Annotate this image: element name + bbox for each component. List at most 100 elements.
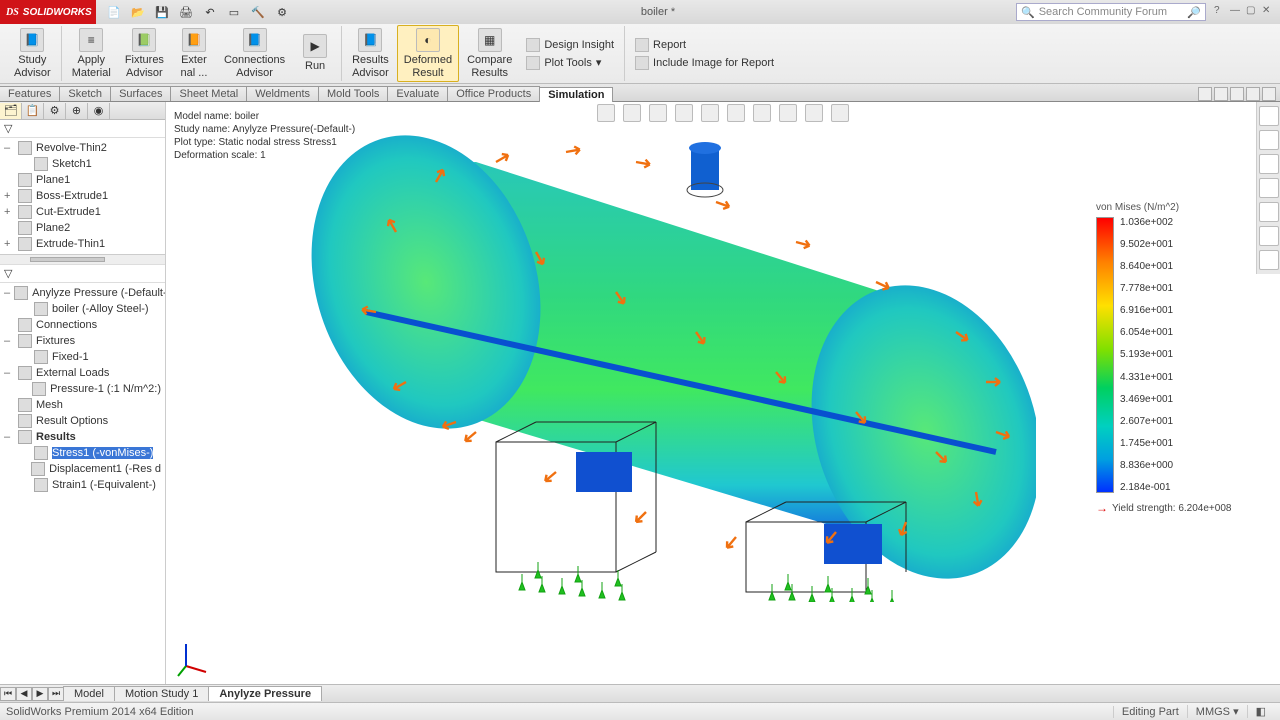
tree-node[interactable]: Result Options: [0, 413, 165, 429]
cmd-tab-mold-tools[interactable]: Mold Tools: [318, 86, 388, 101]
graphics-viewport[interactable]: Model name: boiler Study name: Anylyze P…: [166, 102, 1280, 684]
color-legend[interactable]: von Mises (N/m^2) 1.036e+0029.502e+0018.…: [1096, 202, 1256, 515]
view-tab-model[interactable]: Model: [63, 686, 115, 701]
options-icon[interactable]: ⚙: [274, 4, 290, 20]
tab-nav-last-icon[interactable]: ⏭: [48, 687, 64, 701]
window-minimize-icon[interactable]: [1230, 87, 1244, 101]
tree-node[interactable]: +Cut-Extrude1: [0, 204, 165, 220]
file-explorer-icon[interactable]: [1259, 154, 1279, 174]
design-insight-button[interactable]: Design Insight: [522, 37, 618, 53]
fm-tab-display-mgr[interactable]: ◉: [88, 103, 110, 119]
previous-view-icon[interactable]: [649, 104, 667, 122]
zoom-fit-icon[interactable]: [597, 104, 615, 122]
design-library-icon[interactable]: [1259, 130, 1279, 150]
custom-props-icon[interactable]: [1259, 226, 1279, 246]
results-advisor-button[interactable]: 📘Results Advisor: [346, 26, 395, 80]
task-pane-rail: [1256, 102, 1280, 274]
save-icon[interactable]: 💾: [154, 4, 170, 20]
apply-material-button[interactable]: ≡Apply Material: [66, 26, 117, 80]
report-button[interactable]: Report: [631, 37, 778, 53]
tree-node[interactable]: Plane2: [0, 220, 165, 236]
cmd-tab-evaluate[interactable]: Evaluate: [387, 86, 448, 101]
tree-node[interactable]: Plane1: [0, 172, 165, 188]
tree-node[interactable]: –External Loads: [0, 365, 165, 381]
resources-tab-icon[interactable]: [1259, 106, 1279, 126]
tab-nav-next-icon[interactable]: ▶: [32, 687, 48, 701]
cmd-tab-sheet-metal[interactable]: Sheet Metal: [170, 86, 247, 101]
tree-node[interactable]: Connections: [0, 317, 165, 333]
cmd-tab-surfaces[interactable]: Surfaces: [110, 86, 171, 101]
undo-icon[interactable]: ↶: [202, 4, 218, 20]
viewport-split-icon[interactable]: [1214, 87, 1228, 101]
view-palette-icon[interactable]: [1259, 178, 1279, 198]
run-button[interactable]: ▶Run: [293, 32, 337, 74]
cmd-tab-weldments[interactable]: Weldments: [246, 86, 319, 101]
cmd-tab-simulation[interactable]: Simulation: [539, 87, 613, 102]
tree-node[interactable]: Sketch1: [0, 156, 165, 172]
search-input[interactable]: 🔍 Search Community Forum 🔎: [1016, 3, 1206, 21]
tree-node[interactable]: Fixed-1: [0, 349, 165, 365]
tree-node[interactable]: +Extrude-Thin1: [0, 236, 165, 252]
tree-node[interactable]: boiler (-Alloy Steel-): [0, 301, 165, 317]
orientation-triad[interactable]: [174, 638, 214, 678]
window-close-icon[interactable]: [1262, 87, 1276, 101]
cmd-tab-office-products[interactable]: Office Products: [447, 86, 540, 101]
tree-node[interactable]: –Anylyze Pressure (-Default-): [0, 285, 165, 301]
help-icon[interactable]: ?: [1214, 5, 1228, 19]
fixtures-advisor-button[interactable]: 📗Fixtures Advisor: [119, 26, 170, 80]
compare-results-button[interactable]: ▦Compare Results: [461, 26, 518, 80]
tree-node[interactable]: Mesh: [0, 397, 165, 413]
viewport-single-icon[interactable]: [1198, 87, 1212, 101]
status-extra-icon[interactable]: ◧: [1247, 705, 1274, 718]
plot-tools-button[interactable]: Plot Tools ▾: [522, 55, 618, 71]
rebuild-icon[interactable]: 🔨: [250, 4, 266, 20]
display-style-icon[interactable]: [727, 104, 745, 122]
tree-node[interactable]: –Revolve-Thin2: [0, 140, 165, 156]
new-icon[interactable]: 📄: [106, 4, 122, 20]
fm-tab-dimxpert[interactable]: ⊕: [66, 103, 88, 119]
tree-node[interactable]: Displacement1 (-Res d: [0, 461, 165, 477]
tree-node[interactable]: –Fixtures: [0, 333, 165, 349]
minimize-icon[interactable]: —: [1230, 5, 1244, 19]
open-icon[interactable]: 📂: [130, 4, 146, 20]
tree-node[interactable]: –Results: [0, 429, 165, 445]
tree-node[interactable]: Strain1 (-Equivalent-): [0, 477, 165, 493]
view-settings-icon[interactable]: [831, 104, 849, 122]
hide-show-icon[interactable]: [753, 104, 771, 122]
print-icon[interactable]: 🖨: [178, 4, 194, 20]
tree-node[interactable]: Stress1 (-vonMises-): [0, 445, 165, 461]
section-view-icon[interactable]: [675, 104, 693, 122]
deformed-result-button[interactable]: ◐Deformed Result: [397, 25, 459, 81]
study-advisor-button[interactable]: 📘Study Advisor: [8, 26, 57, 80]
window-maximize-icon[interactable]: [1246, 87, 1260, 101]
appearances-icon[interactable]: [1259, 202, 1279, 222]
cmd-tab-features[interactable]: Features: [0, 86, 60, 101]
tree-node-label: Boss-Extrude1: [36, 190, 108, 202]
tree-node[interactable]: +Boss-Extrude1: [0, 188, 165, 204]
include-image-button[interactable]: Include Image for Report: [631, 55, 778, 71]
select-icon[interactable]: ▭: [226, 4, 242, 20]
external-loads-button[interactable]: 📙Exter nal ...: [172, 26, 216, 80]
tree-node[interactable]: Pressure-1 (:1 N/m^2:): [0, 381, 165, 397]
filter-icon[interactable]: ▽: [4, 267, 12, 280]
maximize-icon[interactable]: ▢: [1246, 5, 1260, 19]
edit-appearance-icon[interactable]: [779, 104, 797, 122]
legend-tick: 6.916e+001: [1120, 305, 1173, 316]
view-tab-motion-study-1[interactable]: Motion Study 1: [114, 686, 209, 701]
tab-nav-first-icon[interactable]: ⏮: [0, 687, 16, 701]
tree-scrollbar[interactable]: [0, 254, 165, 264]
tab-nav-prev-icon[interactable]: ◀: [16, 687, 32, 701]
close-icon[interactable]: ✕: [1262, 5, 1276, 19]
view-tab-anylyze-pressure[interactable]: Anylyze Pressure: [208, 686, 322, 701]
fm-tab-feature-tree[interactable]: 🗂: [0, 103, 22, 119]
zoom-area-icon[interactable]: [623, 104, 641, 122]
status-units[interactable]: MMGS ▾: [1187, 705, 1247, 718]
filter-icon[interactable]: ▽: [4, 122, 12, 135]
simulation-pane-icon[interactable]: [1259, 250, 1279, 270]
view-orientation-icon[interactable]: [701, 104, 719, 122]
cmd-tab-sketch[interactable]: Sketch: [59, 86, 111, 101]
fm-tab-config-mgr[interactable]: ⚙: [44, 103, 66, 119]
apply-scene-icon[interactable]: [805, 104, 823, 122]
fm-tab-property-mgr[interactable]: 📋: [22, 103, 44, 119]
connections-advisor-button[interactable]: 📘Connections Advisor: [218, 26, 291, 80]
